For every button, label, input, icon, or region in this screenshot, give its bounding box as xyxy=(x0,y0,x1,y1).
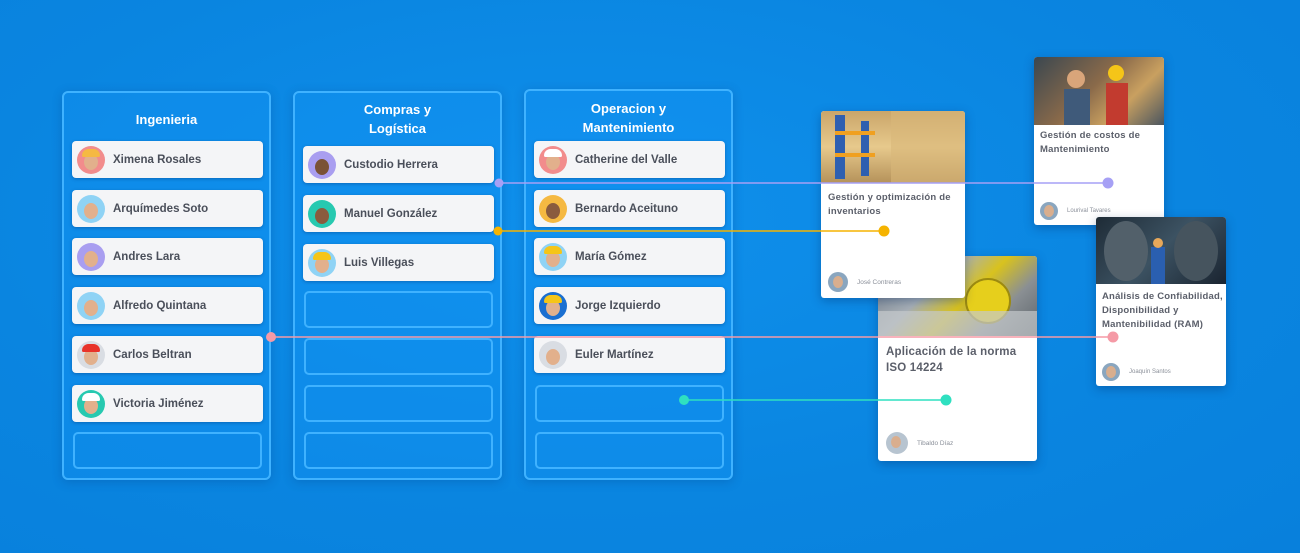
column-title: Ingenieria xyxy=(135,112,198,127)
avatar xyxy=(77,194,105,223)
course-card-inventarios[interactable]: Gestión y optimización de inventarios Jo… xyxy=(821,111,965,298)
workers-illustration xyxy=(1064,65,1128,125)
person-name: Andres Lara xyxy=(113,250,181,263)
person-card[interactable]: María Gómez xyxy=(534,238,725,275)
avatar xyxy=(539,340,567,369)
course-title: Gestión de costos de Mantenimiento xyxy=(1040,130,1141,155)
column-title-line2: Logística xyxy=(368,121,427,136)
person-card[interactable]: Luis Villegas xyxy=(303,244,494,281)
course-author: Tibaldo Díaz xyxy=(886,432,953,454)
avatar xyxy=(308,248,336,277)
person-name: Alfredo Quintana xyxy=(113,299,207,312)
person-card[interactable]: Catherine del Valle xyxy=(534,141,725,178)
person-card[interactable]: Carlos Beltran xyxy=(72,336,263,373)
avatar xyxy=(539,194,567,223)
empty-slot[interactable] xyxy=(535,432,724,469)
course-card-costos[interactable]: Gestión de costos de Mantenimiento Louri… xyxy=(1034,57,1164,225)
column-compras-logistica: Compras y Logística Custodio Herrera Man… xyxy=(293,91,502,480)
avatar xyxy=(77,242,105,271)
empty-slot[interactable] xyxy=(304,432,493,469)
avatar xyxy=(77,145,105,174)
course-card-ram[interactable]: Análisis de Confiabilidad, Disponibilida… xyxy=(1096,217,1226,386)
person-name: María Gómez xyxy=(575,250,647,263)
avatar xyxy=(308,150,336,179)
person-name: Custodio Herrera xyxy=(344,158,438,171)
avatar xyxy=(77,291,105,320)
column-title: Compras y Logística xyxy=(295,100,500,138)
person-card[interactable]: Ximena Rosales xyxy=(72,141,263,178)
column-title-line1: Compras y xyxy=(363,102,432,117)
person-card[interactable]: Manuel González xyxy=(303,195,494,232)
avatar xyxy=(308,199,336,228)
avatar xyxy=(539,291,567,320)
author-avatar xyxy=(1040,202,1058,220)
author-name: Lourival Tavares xyxy=(1067,208,1111,214)
course-image xyxy=(1034,57,1164,125)
avatar xyxy=(539,242,567,271)
course-author: Joaquín Santos xyxy=(1102,363,1171,381)
avatar xyxy=(77,389,105,418)
empty-slot[interactable] xyxy=(304,291,493,328)
person-card[interactable]: Alfredo Quintana xyxy=(72,287,263,324)
person-card[interactable]: Bernardo Aceituno xyxy=(534,190,725,227)
author-name: Tibaldo Díaz xyxy=(917,439,954,447)
author-name: José Contreras xyxy=(857,278,902,286)
avatar xyxy=(77,340,105,369)
person-card[interactable]: Arquímedes Soto xyxy=(72,190,263,227)
person-name: Euler Martínez xyxy=(575,348,654,361)
course-image xyxy=(1096,217,1226,284)
person-name: Manuel González xyxy=(344,207,438,220)
person-card[interactable]: Andres Lara xyxy=(72,238,263,275)
person-name: Victoria Jiménez xyxy=(113,397,204,410)
column-ingenieria: Ingenieria Ximena Rosales Arquímedes Sot… xyxy=(62,91,271,480)
person-name: Luis Villegas xyxy=(344,256,415,269)
author-avatar xyxy=(828,272,848,292)
column-title-line2: Mantenimiento xyxy=(582,120,675,135)
author-avatar xyxy=(1102,363,1120,381)
author-avatar xyxy=(886,432,908,454)
turbine-illustration xyxy=(1104,221,1218,284)
author-name: Joaquín Santos xyxy=(1129,369,1171,375)
empty-slot[interactable] xyxy=(304,385,493,422)
person-name: Ximena Rosales xyxy=(113,153,202,166)
person-card[interactable]: Custodio Herrera xyxy=(303,146,494,183)
warehouse-illustration xyxy=(835,111,965,183)
person-card[interactable]: Jorge Izquierdo xyxy=(534,287,725,324)
column-operacion-mantenimiento: Operacion y Mantenimiento Catherine del … xyxy=(524,89,733,480)
person-name: Jorge Izquierdo xyxy=(575,299,661,312)
column-title: Operacion y Mantenimiento xyxy=(526,99,731,137)
empty-slot[interactable] xyxy=(304,338,493,375)
person-name: Catherine del Valle xyxy=(575,153,678,166)
avatar xyxy=(539,145,567,174)
person-name: Arquímedes Soto xyxy=(113,202,209,215)
column-title-line1: Operacion y xyxy=(590,101,667,116)
person-name: Bernardo Aceituno xyxy=(575,202,679,215)
person-name: Carlos Beltran xyxy=(113,348,192,361)
course-title: Gestión y optimización de inventarios xyxy=(828,192,951,217)
course-author: José Contreras xyxy=(828,272,901,292)
person-card[interactable]: Victoria Jiménez xyxy=(72,385,263,422)
person-card[interactable]: Euler Martínez xyxy=(534,336,725,373)
course-title: Análisis de Confiabilidad, Disponibilida… xyxy=(1102,291,1223,330)
empty-slot[interactable] xyxy=(535,385,724,422)
course-title: Aplicación de la norma ISO 14224 xyxy=(886,346,1017,374)
course-image xyxy=(821,111,965,183)
empty-slot[interactable] xyxy=(73,432,262,469)
